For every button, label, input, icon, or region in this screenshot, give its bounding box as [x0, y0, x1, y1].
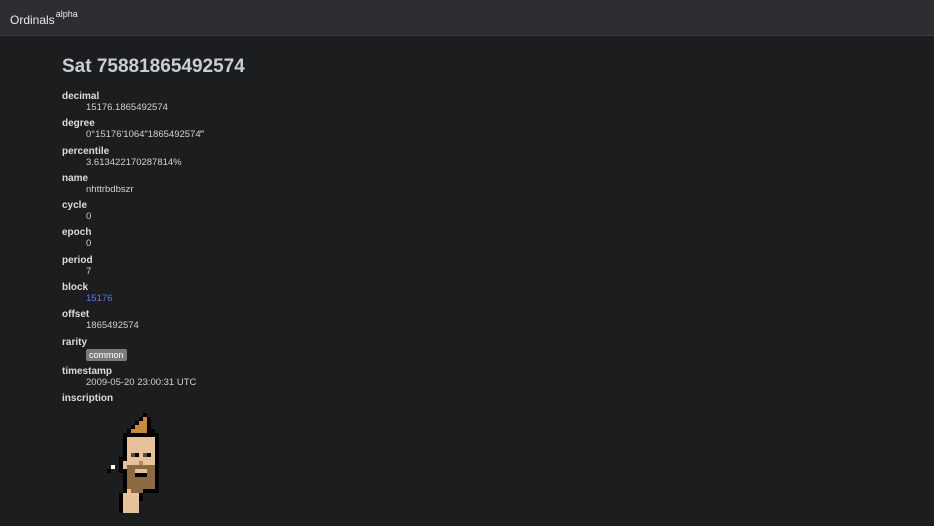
decimal-value: 15176.1865492574 [86, 102, 168, 113]
rarity-value: common [86, 348, 882, 361]
period-value: 7 [86, 265, 92, 277]
cycle-label: cycle [62, 200, 88, 212]
inscription-image-link[interactable] [107, 413, 163, 513]
timestamp-value: 2009-05-20 23:00:31 UTC [86, 376, 197, 388]
period-label: period [62, 254, 93, 266]
brand-name: Ordinals [10, 13, 55, 27]
epoch-label: epoch [62, 227, 92, 239]
rarity-label: rarity [62, 336, 88, 348]
block-value: 15176 [86, 293, 882, 304]
rarity-badge: common [86, 348, 127, 361]
offset-label: offset [62, 309, 90, 321]
cycle-value: 0 [86, 211, 92, 223]
epoch-value: 0 [86, 238, 92, 250]
sat-details: Sat 75881865492574 decimal 15176.1865492… [62, 55, 882, 404]
page-title: Sat 75881865492574 [62, 56, 245, 77]
top-nav-bar: Ordinalsalpha [0, 0, 934, 36]
brand-alpha-tag: alpha [55, 9, 78, 19]
block-label: block [62, 282, 89, 294]
timestamp-label: timestamp [62, 365, 113, 377]
name-label: name [62, 172, 89, 184]
sat-properties-list: decimal 15176.1865492574 degree 0°15176′… [62, 91, 882, 404]
offset-value: 1865492574 [86, 320, 139, 332]
degree-label: degree [62, 118, 95, 130]
home-link[interactable]: Ordinalsalpha [10, 9, 78, 27]
punk-inscription-image [107, 413, 159, 513]
name-value: nhttrbdbszr [86, 183, 134, 195]
inscription-label: inscription [62, 393, 114, 405]
percentile-label: percentile [62, 145, 110, 157]
block-link[interactable]: 15176 [86, 293, 112, 304]
percentile-value: 3.613422170287814% [86, 156, 182, 168]
degree-value: 0°15176′1064″1865492574‴ [86, 129, 204, 141]
decimal-label: decimal [62, 91, 100, 102]
